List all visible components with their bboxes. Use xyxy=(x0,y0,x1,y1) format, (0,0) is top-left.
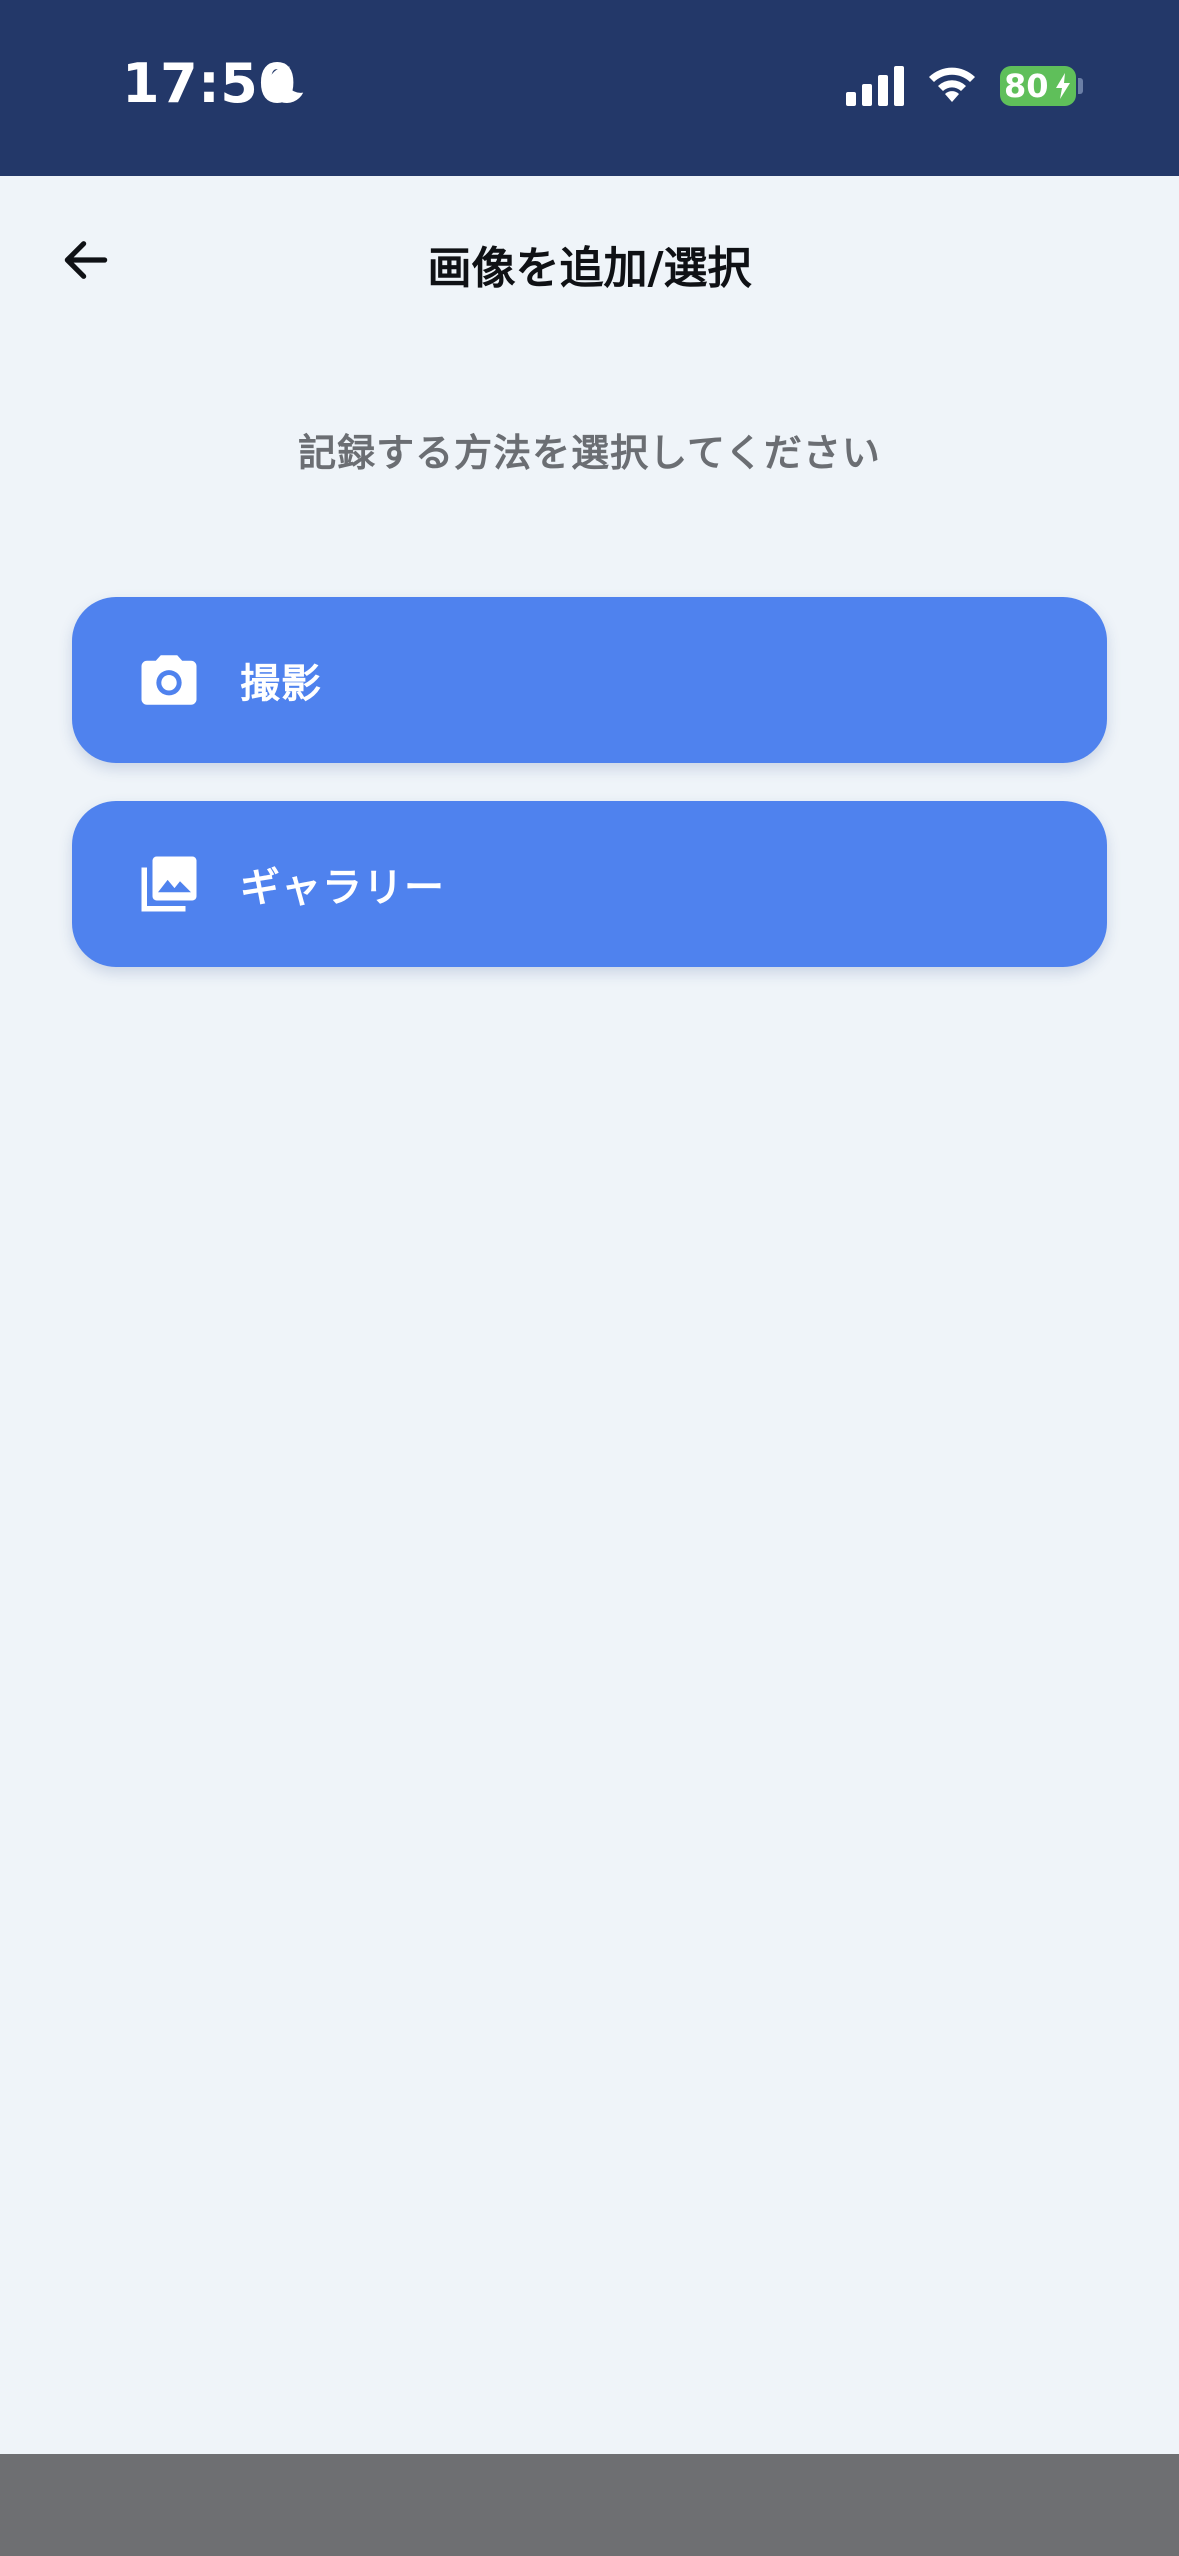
signal-icon xyxy=(846,66,904,106)
camera-icon xyxy=(141,655,197,705)
status-bar: 17:50 80 xyxy=(0,0,1179,176)
camera-button[interactable]: 撮影 xyxy=(72,597,1107,763)
battery-cap xyxy=(1078,78,1083,94)
instruction-text: 記録する方法を選択してください xyxy=(298,431,881,475)
wifi-icon xyxy=(929,67,975,102)
page-title: 画像を追加/選択 xyxy=(427,243,752,294)
gallery-icon xyxy=(141,856,197,912)
gallery-button[interactable]: ギャラリー xyxy=(72,801,1107,967)
camera-label: 撮影 xyxy=(240,661,322,707)
charging-bolt-icon xyxy=(1056,73,1070,99)
moon-icon xyxy=(268,66,304,103)
battery-icon: 80 xyxy=(1000,66,1076,106)
battery-level: 80 xyxy=(1004,67,1049,105)
gallery-label: ギャラリー xyxy=(240,865,445,911)
bottom-bar xyxy=(0,2454,1179,2556)
